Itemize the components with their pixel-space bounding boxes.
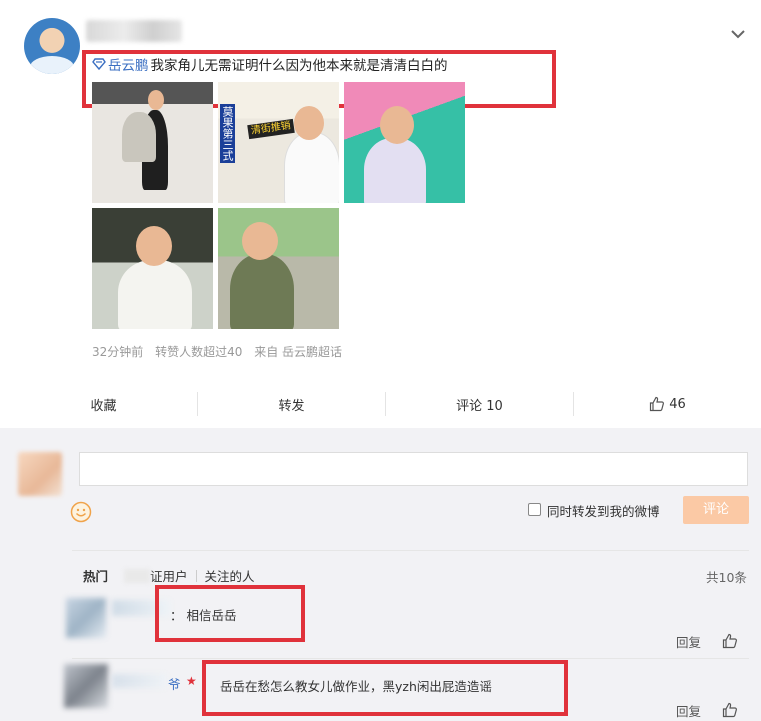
image-sign-black: 清街推销	[247, 118, 295, 140]
commenter-avatar-blurred	[18, 452, 62, 496]
post-time: 32分钟前	[92, 345, 144, 359]
comment-username-fragment[interactable]: 爷	[168, 674, 181, 693]
comment-count: 共10条	[706, 570, 747, 585]
filter-separator	[195, 569, 197, 582]
filter-divider	[72, 550, 749, 551]
author-avatar[interactable]	[24, 18, 80, 74]
submit-comment-button[interactable]: 评论	[683, 496, 749, 524]
smiley-icon[interactable]	[70, 501, 92, 523]
image-sign-blue: 莫果第三式	[220, 104, 235, 163]
post-image-4[interactable]	[92, 208, 213, 329]
collect-button[interactable]: 收藏	[10, 395, 197, 414]
repost-checkbox-label: 同时转发到我的微博	[547, 504, 660, 519]
comment-filters: 热门 证用户 关注的人	[83, 566, 255, 585]
highlight-box-comment-2	[202, 660, 568, 716]
repost-label: 转发	[278, 398, 305, 414]
comment-avatar-blurred[interactable]	[64, 664, 108, 708]
post-repost-note: 转赞人数超过40	[155, 345, 243, 359]
collect-label: 收藏	[90, 398, 117, 414]
comment-button[interactable]: 评论 10	[386, 395, 573, 414]
author-name-blurred[interactable]	[86, 20, 182, 42]
filter-label-blurred	[124, 568, 151, 583]
filter-hot[interactable]: 热门	[83, 566, 108, 585]
comment-avatar-blurred[interactable]	[66, 598, 106, 638]
post-image-5[interactable]	[218, 208, 339, 329]
highlight-box-comment-1	[155, 585, 305, 642]
post-image-3[interactable]	[344, 82, 465, 203]
post-meta: 32分钟前 转赞人数超过40 来自 岳云鹏超话	[92, 343, 350, 360]
repost-checkbox[interactable]	[528, 503, 541, 516]
chevron-down-icon[interactable]	[726, 22, 750, 46]
reply-button[interactable]: 回复	[676, 701, 701, 720]
thumbs-up-icon	[650, 396, 665, 412]
comment-divider	[72, 658, 749, 659]
like-button[interactable]: 46	[574, 396, 761, 412]
post-source[interactable]: 来自 岳云鹏超话	[254, 345, 342, 359]
like-count: 46	[669, 396, 686, 412]
filter-verified[interactable]: 证用户	[150, 566, 188, 585]
post-image-1[interactable]	[92, 82, 213, 203]
repost-button[interactable]: 转发	[198, 395, 385, 414]
comment-label: 评论 10	[456, 398, 503, 414]
comment-username-blurred[interactable]	[112, 674, 166, 688]
reply-button[interactable]: 回复	[676, 632, 701, 651]
filter-following[interactable]: 关注的人	[205, 566, 255, 585]
comment-input[interactable]	[79, 452, 748, 486]
star-badge-icon: ★	[186, 674, 197, 688]
post-card: 岳云鹏 我家角儿无需证明什么因为他本来就是清清白白的 莫果第三式 清街推销 32…	[0, 0, 761, 428]
post-image-2[interactable]: 莫果第三式 清街推销	[218, 82, 339, 203]
thumbs-up-icon[interactable]	[722, 633, 738, 649]
thumbs-up-icon[interactable]	[722, 702, 738, 718]
action-bar: 收藏 转发 评论 10 46	[10, 384, 761, 424]
